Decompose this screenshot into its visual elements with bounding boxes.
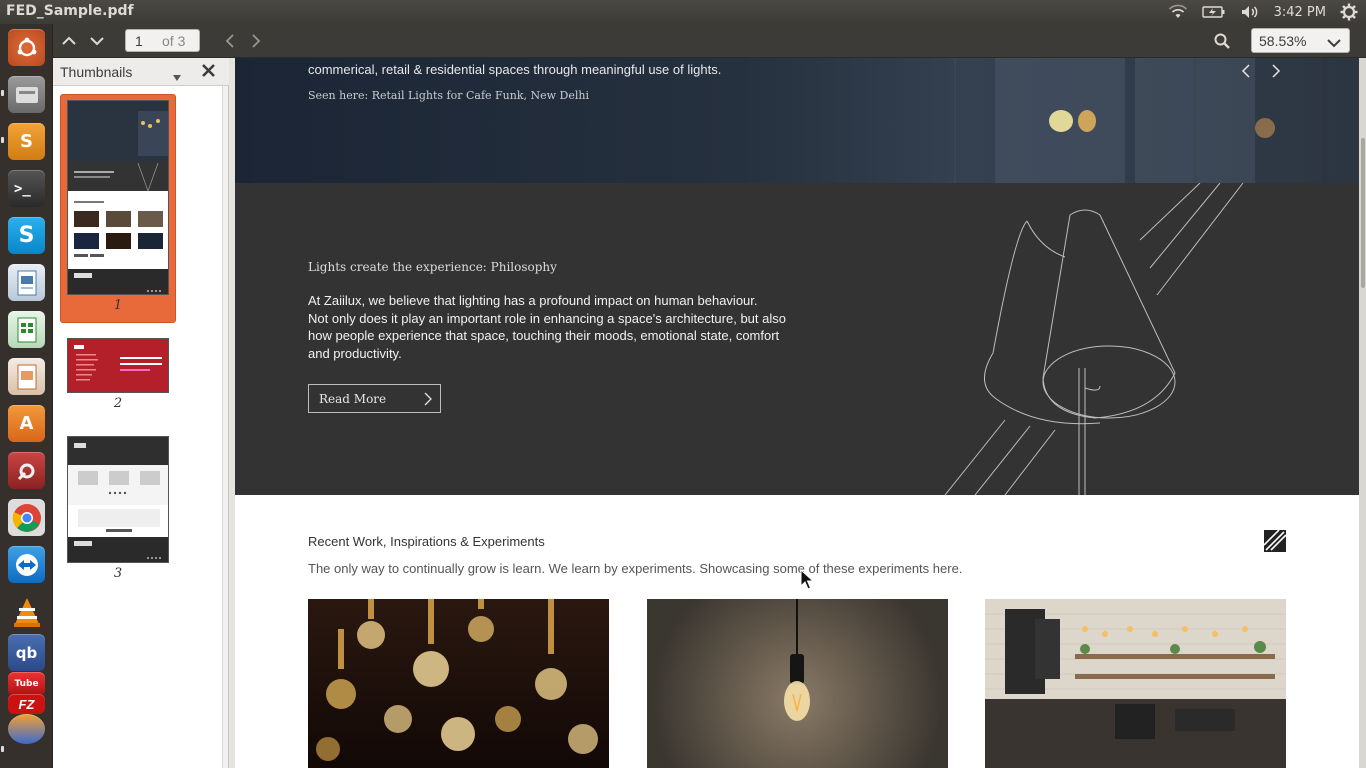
vlc-icon[interactable] [8, 593, 45, 630]
history-forward-button[interactable] [243, 29, 269, 53]
page-number-input[interactable] [135, 33, 157, 49]
top-panel: FED_Sample.pdf 3:42 PM [0, 0, 1366, 24]
impress-icon[interactable] [8, 358, 45, 395]
files-icon[interactable] [8, 76, 45, 113]
hero-caption: Seen here: Retail Lights for Cafe Funk, … [308, 89, 589, 102]
terminal-icon[interactable]: >_ [8, 170, 45, 207]
hero-banner: commerical, retail & residential spaces … [235, 58, 1359, 183]
running-pip [1, 90, 4, 96]
slider-prev-icon[interactable] [1240, 64, 1252, 83]
recent-subtitle: The only way to continually grow is lear… [308, 561, 963, 576]
read-more-label: Read More [319, 392, 387, 406]
teamviewer-icon[interactable] [8, 546, 45, 583]
settings-gear-icon[interactable] [1340, 3, 1358, 21]
skype-icon[interactable]: S [8, 217, 45, 254]
vertical-scrollbar[interactable] [1359, 58, 1366, 768]
page-number-field[interactable]: of 3 [125, 29, 200, 52]
chrome-icon[interactable] [8, 499, 45, 536]
philosophy-line: and productivity. [308, 345, 402, 361]
philosophy-heading: Lights create the experience: Philosophy [308, 260, 557, 274]
zoom-select[interactable]: 58.53% [1251, 28, 1350, 53]
running-pip [1, 746, 4, 752]
filezilla-icon[interactable]: FZ [8, 694, 45, 714]
clock[interactable]: 3:42 PM [1274, 5, 1326, 20]
volume-icon[interactable] [1240, 4, 1260, 20]
thumbnail-label: 1 [113, 298, 123, 313]
window-title: FED_Sample.pdf [6, 3, 134, 19]
firefox-icon[interactable] [8, 714, 45, 744]
sidebar-title[interactable]: Thumbnails [60, 64, 132, 80]
thumbnail-page-3[interactable] [67, 436, 169, 563]
sidebar-header: Thumbnails [53, 58, 229, 86]
next-page-button[interactable] [84, 29, 110, 53]
photo-cafe-interior[interactable] [985, 599, 1286, 768]
sidebar: Thumbnails 1 2 3 [53, 58, 229, 768]
ubuntu-dash-icon[interactable] [8, 29, 45, 66]
wifi-icon[interactable] [1168, 4, 1188, 20]
read-more-button[interactable]: Read More [308, 384, 441, 413]
philosophy-line: At Zaiilux, we believe that lighting has… [308, 293, 758, 308]
recent-heading: Recent Work, Inspirations & Experiments [308, 534, 545, 549]
lamp-illustration [944, 183, 1244, 495]
slider-next-icon[interactable] [1270, 64, 1282, 83]
hero-text: commerical, retail & residential spaces … [308, 62, 722, 77]
calc-icon[interactable] [8, 311, 45, 348]
close-icon[interactable] [202, 64, 215, 82]
chevron-down-icon [1327, 35, 1341, 51]
sublime-text-icon[interactable]: S [8, 123, 45, 160]
indicator-area: 3:42 PM [1168, 2, 1358, 22]
thumbnail-page-1[interactable] [67, 100, 169, 295]
battery-icon[interactable] [1201, 5, 1226, 19]
thumbnail-label: 2 [113, 396, 123, 411]
philosophy-section: Lights create the experience: Philosophy… [235, 183, 1359, 495]
toolbar: of 3 58.53% [53, 24, 1366, 58]
thumbnail-list: 1 2 3 [53, 86, 223, 768]
document-page: commerical, retail & residential spaces … [235, 58, 1359, 768]
launcher: S >_ S A qb Tube FZ [0, 24, 53, 768]
scrollbar-thumb[interactable] [1361, 138, 1365, 288]
thumbnail-page-2[interactable] [67, 338, 169, 393]
photo-bulbs-cluster[interactable] [308, 599, 609, 768]
document-view[interactable]: commerical, retail & residential spaces … [229, 58, 1366, 768]
writer-icon[interactable] [8, 264, 45, 301]
mouse-cursor-icon [800, 569, 814, 590]
software-center-icon[interactable]: A [8, 405, 45, 442]
search-icon[interactable] [1209, 29, 1235, 53]
page-total-label: of 3 [162, 33, 186, 49]
thumbnail-label: 3 [113, 566, 123, 581]
qbittorrent-icon[interactable]: qb [8, 634, 45, 671]
philosophy-line: Not only does it play an important role … [308, 310, 786, 326]
zoom-value: 58.53% [1259, 33, 1307, 49]
history-back-button[interactable] [217, 29, 243, 53]
running-pip [1, 137, 4, 143]
chevron-right-icon [424, 392, 432, 409]
philosophy-body: At Zaiilux, we believe that lighting has… [308, 292, 798, 362]
previous-page-button[interactable] [56, 29, 82, 53]
system-settings-icon[interactable] [8, 452, 45, 489]
photo-single-bulb[interactable] [647, 599, 948, 768]
zaiilux-logo-icon [1264, 530, 1286, 552]
sidebar-dropdown-icon[interactable] [173, 68, 181, 86]
youtube-downloader-icon[interactable]: Tube [8, 672, 45, 696]
philosophy-line: how people experience that space, touchi… [308, 328, 780, 343]
